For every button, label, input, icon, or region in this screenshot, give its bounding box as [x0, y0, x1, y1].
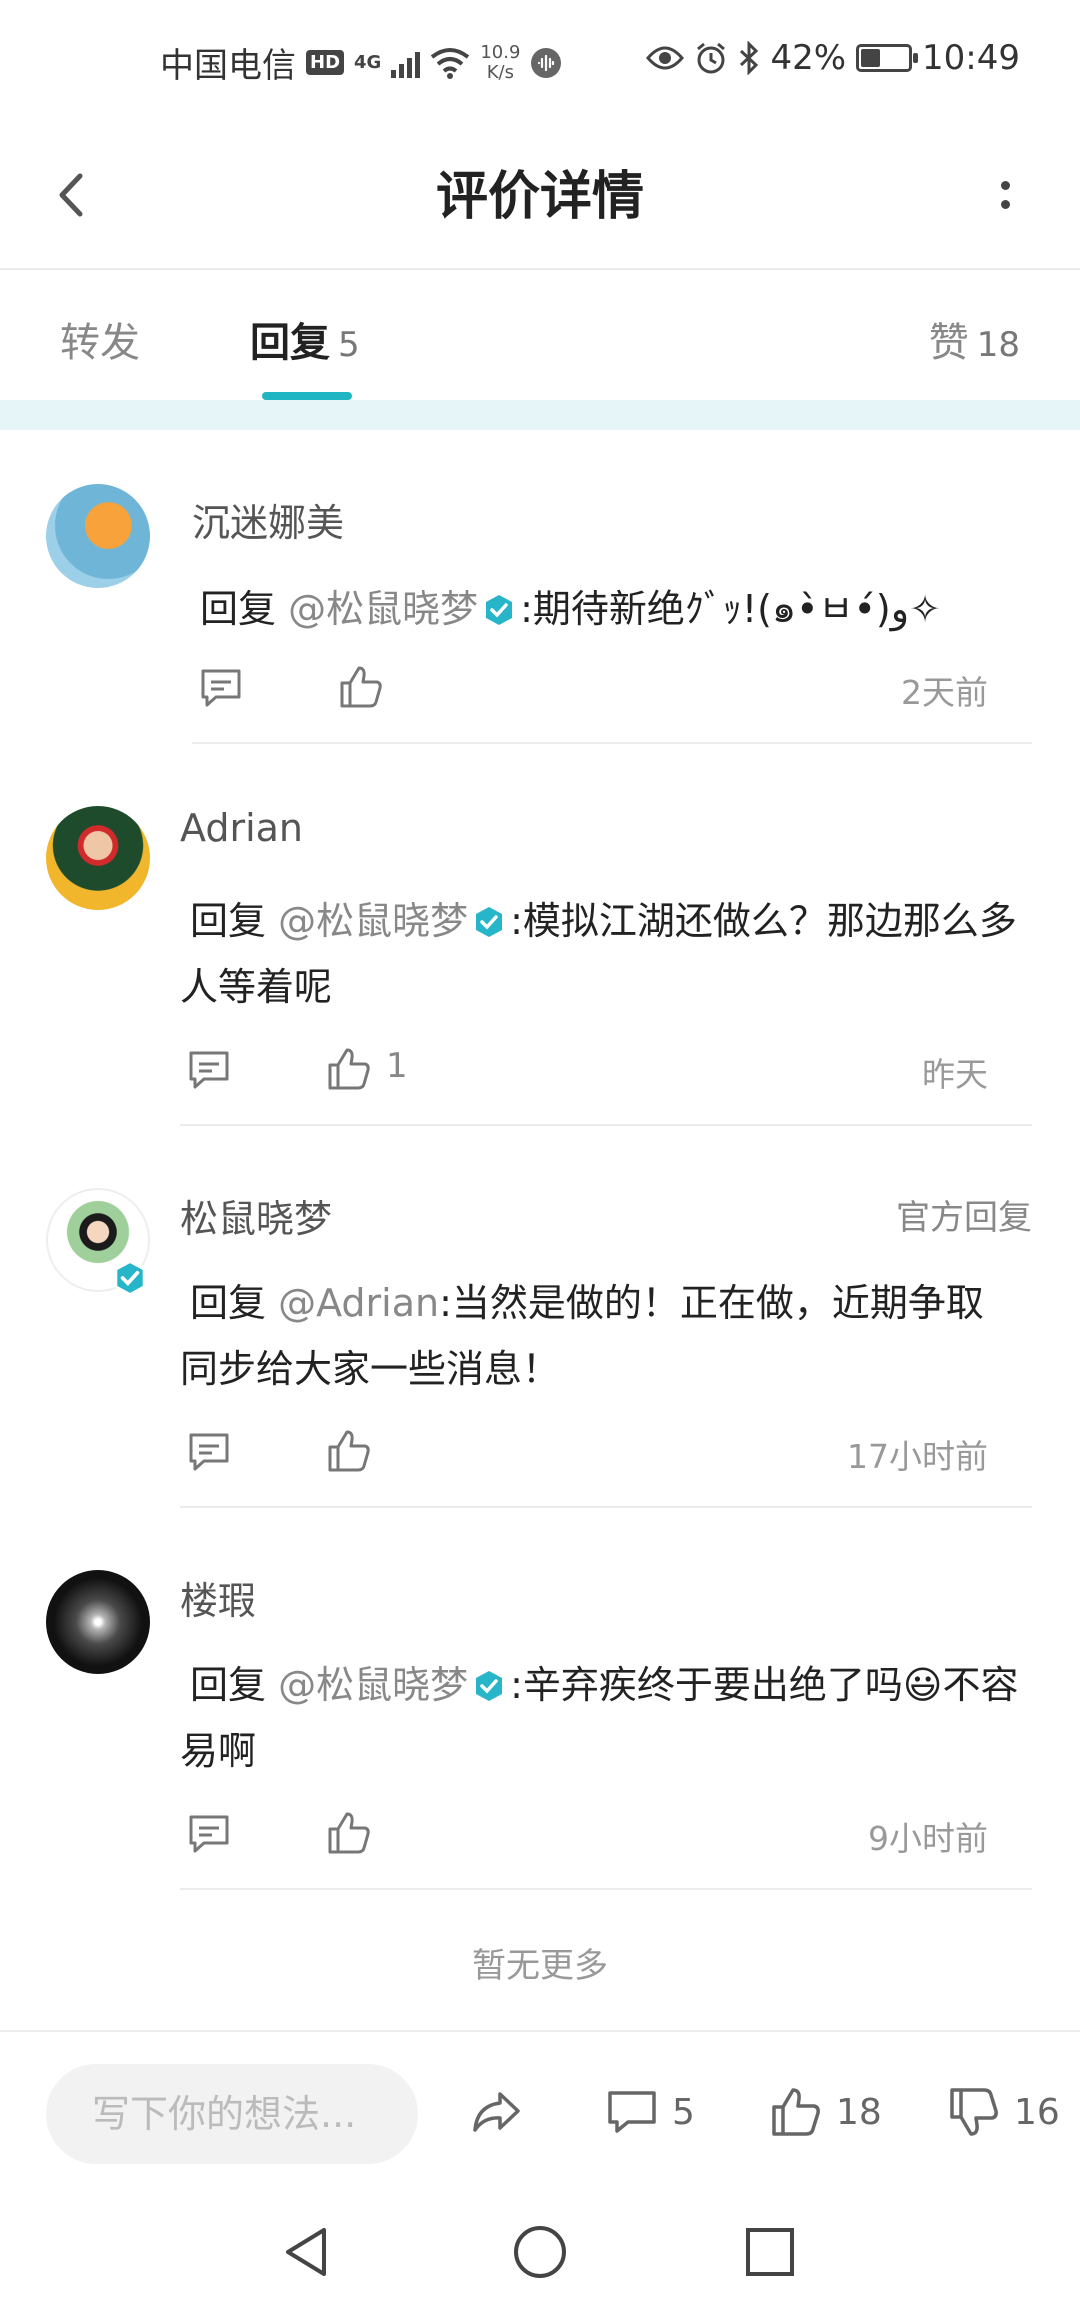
nav-recents-icon[interactable] — [738, 2220, 802, 2284]
comment-time: 昨天 — [922, 1055, 988, 1094]
thumbs-down-icon — [950, 2088, 998, 2136]
network-type: 4G — [354, 52, 382, 73]
comment-username[interactable]: 楼瑕 — [180, 1570, 256, 1625]
thumbs-up-icon[interactable] — [324, 1808, 374, 1858]
reply-prefix: 回复 — [190, 899, 267, 943]
tab-like[interactable]: 赞 18 — [929, 310, 1020, 368]
comment-text: 回复 @松鼠晓梦:辛弃疾终于要出绝了吗😃不容易啊 — [180, 1652, 1020, 1784]
nav-home-icon[interactable] — [508, 2220, 572, 2284]
comment-username[interactable]: 松鼠晓梦 — [180, 1188, 332, 1243]
signal-icon — [391, 48, 421, 78]
comment-icon — [608, 2091, 656, 2133]
page-title: 评价详情 — [435, 167, 644, 227]
nav-back-icon[interactable] — [276, 2220, 340, 2284]
verified-badge-icon — [113, 1261, 147, 1295]
comment-time: 2天前 — [901, 673, 988, 712]
thumbs-up-icon[interactable] — [336, 662, 386, 712]
verified-badge-icon — [476, 1671, 503, 1701]
share-button[interactable] — [468, 2082, 524, 2142]
comment-username[interactable]: Adrian — [180, 806, 303, 850]
more-dot — [1000, 200, 1010, 209]
tab-forward[interactable]: 转发 — [60, 310, 140, 368]
bottom-action-bar: 写下你的想法... 5 18 16 — [0, 2030, 1080, 2190]
comment-text: 回复 @松鼠晓梦 :期待新绝ｸﾞｯ!(๑•̀ㅂ•́)و✧ — [200, 576, 1020, 642]
status-right: 42% 10:49 — [646, 38, 1020, 78]
tab-forward-label: 转发 — [60, 320, 140, 366]
tab-like-label: 赞 — [928, 320, 969, 366]
tab-bar: 转发 回复 5 赞 18 — [0, 270, 1080, 400]
divider — [180, 1506, 1032, 1508]
reply-prefix: 回复 — [190, 1281, 267, 1325]
clock: 10:49 — [922, 38, 1020, 78]
status-bar: 中国电信 HD 4G 10.9 K/s 42% 10:49 — [0, 0, 1080, 120]
audio-wave-icon — [531, 47, 562, 78]
thumbs-up-icon[interactable] — [324, 1426, 374, 1476]
more-dot — [1000, 181, 1010, 190]
verified-badge-icon — [476, 907, 503, 937]
tab-reply-count: 5 — [338, 325, 360, 365]
comment-icon[interactable] — [196, 662, 246, 712]
comment-time: 17小时前 — [847, 1437, 988, 1476]
avatar[interactable] — [46, 1570, 150, 1674]
reply-prefix: 回复 — [200, 587, 277, 631]
bluetooth-icon — [740, 41, 759, 75]
mention-link[interactable]: @松鼠晓梦 — [278, 1663, 468, 1707]
comment-input[interactable]: 写下你的想法... — [46, 2064, 418, 2164]
battery-percent: 42% — [770, 38, 847, 78]
comment-text: 回复 @松鼠晓梦:模拟江湖还做么？那边那么多人等着呢 — [180, 888, 1020, 1020]
comment-icon[interactable] — [184, 1426, 234, 1476]
wifi-icon — [431, 47, 470, 79]
more-options-button[interactable] — [970, 160, 1040, 230]
dislike-count: 16 — [1014, 2091, 1060, 2133]
eye-icon — [646, 46, 685, 70]
tab-separator — [0, 400, 1080, 430]
no-more-text: 暂无更多 — [472, 1946, 608, 1986]
tab-reply-label: 回复 — [250, 320, 330, 366]
tab-reply[interactable]: 回复 5 — [250, 310, 360, 368]
battery-icon — [856, 44, 919, 72]
comment-icon[interactable] — [184, 1044, 234, 1094]
carrier-name: 中国电信 — [160, 46, 296, 86]
share-icon — [473, 2092, 520, 2132]
app-header: 评价详情 — [0, 120, 1080, 270]
comment-actions: 17小时前 — [184, 1426, 988, 1486]
net-speed: 10.9 K/s — [480, 41, 521, 83]
mention-link[interactable]: @松鼠晓梦 — [288, 587, 478, 631]
mention-link[interactable]: @Adrian — [278, 1281, 439, 1325]
reply-content: :期待新绝ｸﾞｯ!(๑•̀ㅂ•́)و✧ — [520, 587, 941, 631]
status-left: 中国电信 HD 4G 10.9 K/s — [160, 38, 562, 87]
divider — [180, 1124, 1032, 1126]
comment-count: 5 — [672, 2091, 695, 2133]
divider — [192, 742, 1032, 744]
like-count: 1 — [386, 1046, 408, 1086]
comment-actions: 2天前 — [196, 662, 988, 722]
like-count: 18 — [836, 2091, 882, 2133]
comment-username[interactable]: 沉迷娜美 — [192, 492, 344, 547]
comment-actions: 1 昨天 — [184, 1044, 988, 1104]
comment-time: 9小时前 — [868, 1819, 988, 1858]
verified-badge-icon — [486, 595, 513, 625]
tab-like-count: 18 — [976, 325, 1020, 365]
dislike-button[interactable]: 16 — [946, 2082, 1060, 2142]
thumbs-up-icon[interactable] — [324, 1044, 374, 1094]
like-button[interactable]: 18 — [768, 2082, 882, 2142]
avatar[interactable] — [46, 806, 150, 910]
thumbs-up-icon — [772, 2088, 820, 2136]
hd-badge: HD — [306, 50, 345, 75]
system-nav-bar — [0, 2190, 1080, 2310]
comment-actions: 9小时前 — [184, 1808, 988, 1868]
comment-text: 回复 @Adrian:当然是做的！正在做，近期争取同步给大家一些消息！ — [180, 1270, 1020, 1402]
active-tab-indicator — [262, 392, 352, 400]
comment-icon[interactable] — [184, 1808, 234, 1858]
alarm-icon — [697, 42, 726, 74]
reply-prefix: 回复 — [190, 1663, 267, 1707]
divider — [180, 1888, 1032, 1890]
mention-link[interactable]: @松鼠晓梦 — [278, 899, 468, 943]
official-reply-label: 官方回复 — [896, 1198, 1032, 1238]
avatar[interactable] — [46, 484, 150, 588]
comment-count-button[interactable]: 5 — [604, 2082, 695, 2142]
